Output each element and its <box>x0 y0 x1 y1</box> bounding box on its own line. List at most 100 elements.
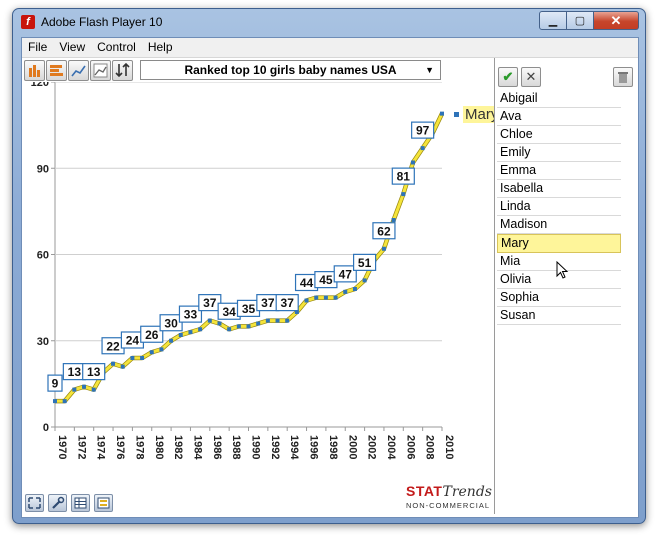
data-point <box>236 324 241 329</box>
data-label: 97 <box>416 124 430 138</box>
data-point <box>246 324 251 329</box>
clear-selection-button[interactable]: ✕ <box>521 67 541 87</box>
list-item-chloe[interactable]: Chloe <box>497 126 621 144</box>
menu-control[interactable]: Control <box>91 38 142 57</box>
wrench-icon[interactable] <box>48 494 67 512</box>
data-point <box>91 387 96 392</box>
x-tick-label: 1986 <box>211 435 223 459</box>
x-tick-label: 2002 <box>366 435 378 459</box>
data-point <box>333 295 338 300</box>
list-item-emily[interactable]: Emily <box>497 144 621 162</box>
data-point <box>401 192 406 197</box>
data-point <box>111 361 116 366</box>
logo-brand-bold: STAT <box>406 483 443 499</box>
data-label: 24 <box>126 334 140 348</box>
data-label: 47 <box>339 267 353 281</box>
names-panel: ✔ ✕ Abigail Ava Chloe Emily Emma Isabella Lind… <box>494 58 637 514</box>
x-tick-label: 2000 <box>346 435 358 459</box>
flash-app-icon: f <box>21 15 35 29</box>
data-point <box>198 327 203 332</box>
close-button[interactable]: ✕ <box>594 11 639 30</box>
data-point <box>188 330 193 335</box>
checkmark-icon: ✔ <box>502 69 514 84</box>
list-item-ava[interactable]: Ava <box>497 108 621 126</box>
x-tick-label: 1990 <box>250 435 262 459</box>
y-tick-label: 60 <box>37 250 49 262</box>
y-tick-label: 0 <box>43 422 49 434</box>
list-item-abigail[interactable]: Abigail <box>497 90 621 108</box>
list-item-emma[interactable]: Emma <box>497 162 621 180</box>
data-point <box>391 218 396 222</box>
data-point <box>256 321 261 326</box>
legend-marker <box>454 112 459 117</box>
minimize-button[interactable]: ▁ <box>539 11 567 30</box>
names-list: Abigail Ava Chloe Emily Emma Isabella Linda Mad… <box>497 90 621 325</box>
data-point <box>217 321 222 326</box>
x-tick-label: 1978 <box>133 435 145 459</box>
list-item-susan[interactable]: Susan <box>497 307 621 325</box>
data-label: 22 <box>106 339 120 353</box>
export-icon[interactable] <box>94 494 113 512</box>
table-icon[interactable] <box>71 494 90 512</box>
menu-view[interactable]: View <box>53 38 91 57</box>
data-label: 30 <box>164 316 178 330</box>
maximize-button[interactable]: ▢ <box>567 11 594 30</box>
x-tick-label: 2008 <box>424 435 436 459</box>
title-bar[interactable]: f Adobe Flash Player 10 ▁ ▢ ✕ <box>13 9 645 35</box>
area-chart-icon[interactable] <box>90 60 111 81</box>
x-tick-label: 1988 <box>230 435 242 459</box>
data-point <box>53 399 57 404</box>
data-point <box>314 295 319 300</box>
y-tick-label: 90 <box>37 163 49 175</box>
x-tick-label: 1998 <box>327 435 339 459</box>
stattrends-logo: STATTrends NON-COMMERCIAL <box>406 483 494 510</box>
data-label: 33 <box>184 308 198 322</box>
data-label: 37 <box>281 296 295 310</box>
data-point <box>265 318 270 323</box>
x-tick-label: 2010 <box>443 435 455 459</box>
x-tick-label: 1982 <box>172 435 184 459</box>
x-tick-label: 1994 <box>288 435 300 460</box>
fullscreen-icon[interactable] <box>25 494 44 512</box>
x-tick-label: 1974 <box>95 435 107 460</box>
horizontal-bar-icon[interactable] <box>46 60 67 81</box>
list-item-madison[interactable]: Madison <box>497 216 621 234</box>
data-label: 9 <box>52 377 59 391</box>
x-tick-label: 1972 <box>75 435 87 459</box>
mouse-cursor-icon <box>556 261 569 279</box>
data-point <box>420 146 425 151</box>
menu-help[interactable]: Help <box>142 38 179 57</box>
data-label: 62 <box>377 224 391 238</box>
data-point <box>285 318 290 323</box>
list-item-sophia[interactable]: Sophia <box>497 289 621 307</box>
list-item-mary[interactable]: Mary <box>497 234 621 253</box>
data-label: 51 <box>358 256 372 270</box>
line-chart-icon[interactable] <box>68 60 89 81</box>
sort-icon[interactable] <box>112 60 133 81</box>
data-point <box>130 356 135 360</box>
window-title: Adobe Flash Player 10 <box>41 15 163 29</box>
check-all-button[interactable]: ✔ <box>498 67 518 87</box>
delete-button[interactable] <box>613 67 633 87</box>
bar-chart-icon[interactable] <box>24 60 45 81</box>
data-label: 35 <box>242 302 256 316</box>
data-point <box>82 384 87 389</box>
y-tick-label: 120 <box>31 82 49 89</box>
menu-file[interactable]: File <box>22 38 53 57</box>
data-point <box>381 246 386 251</box>
data-point <box>169 338 174 343</box>
x-tick-label: 1980 <box>153 435 165 459</box>
data-point <box>343 289 348 294</box>
data-label: 45 <box>319 273 333 287</box>
data-point <box>178 333 183 337</box>
series-line-outline <box>55 112 445 404</box>
list-item-linda[interactable]: Linda <box>497 198 621 216</box>
dataset-dropdown[interactable]: Ranked top 10 girls baby names USA ▼ <box>140 60 441 80</box>
data-point <box>72 387 77 392</box>
line-chart: 0 30 60 90 120 1970 1972 1974 1976 1978 1980 1982 19… <box>31 82 455 460</box>
trash-icon <box>618 72 628 83</box>
data-point <box>207 318 212 323</box>
list-item-isabella[interactable]: Isabella <box>497 180 621 198</box>
x-tick-label: 1996 <box>308 435 320 459</box>
window-controls: ▁ ▢ ✕ <box>539 11 639 30</box>
